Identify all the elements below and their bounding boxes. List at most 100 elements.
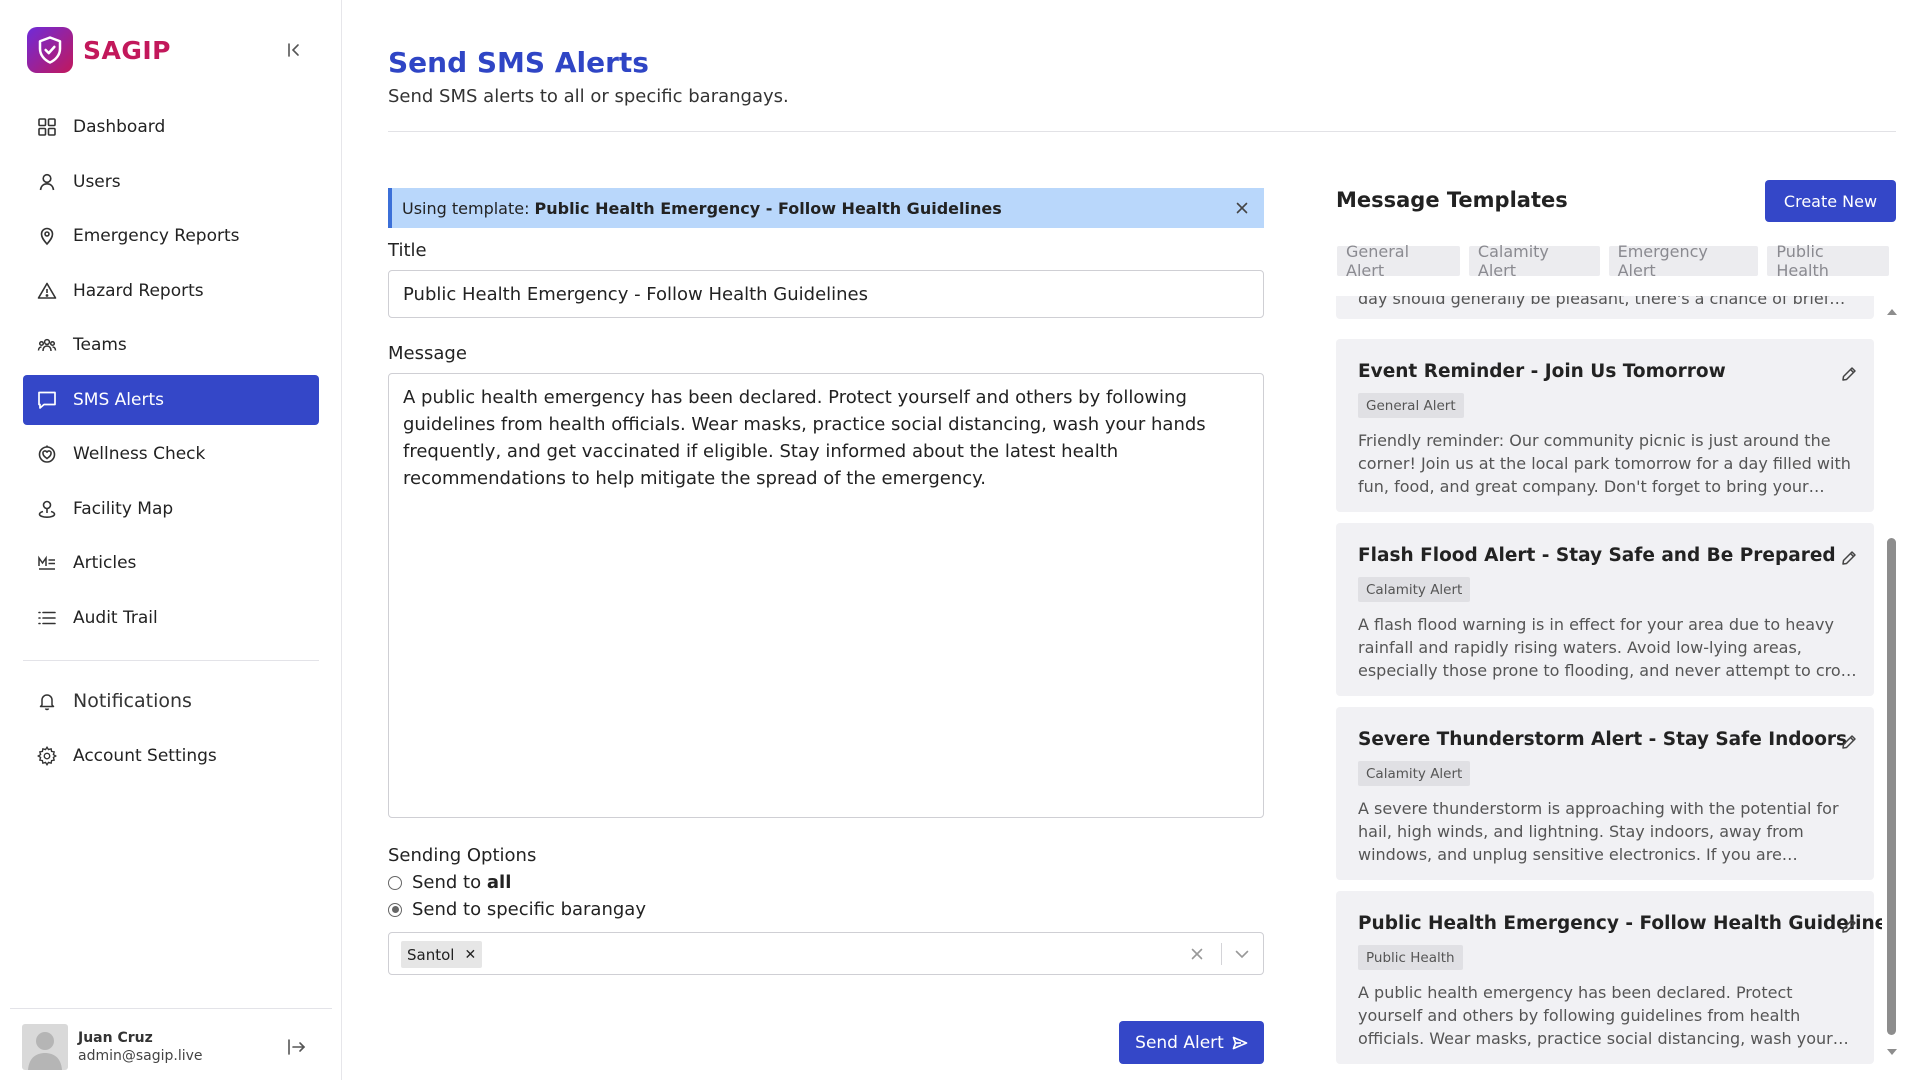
chevron-down-icon[interactable] xyxy=(1231,944,1253,964)
edit-icon[interactable] xyxy=(1838,915,1860,937)
sending-options-label: Sending Options xyxy=(388,845,537,866)
radio-button[interactable] xyxy=(388,875,402,890)
sidebar-item-audit-trail[interactable]: Audit Trail xyxy=(23,593,319,643)
message-textarea[interactable]: A public health emergency has been decla… xyxy=(388,373,1264,818)
template-scrollbar[interactable] xyxy=(1885,306,1899,1058)
page-title: Send SMS Alerts xyxy=(388,46,649,79)
template-card[interactable]: Public Health Emergency - Follow Health … xyxy=(1336,891,1882,1064)
sidebar-item-label: Notifications xyxy=(73,690,192,712)
title-label: Title xyxy=(388,240,427,261)
template-body: day should generally be pleasant, there'… xyxy=(1358,296,1830,308)
sidebar-item-label: Audit Trail xyxy=(73,607,158,628)
map-pin-icon xyxy=(35,497,59,521)
template-card[interactable]: Event Reminder - Join Us Tomorrow Genera… xyxy=(1336,339,1874,512)
template-banner: Using template: Public Health Emergency … xyxy=(388,188,1264,228)
header-divider xyxy=(388,131,1896,132)
message-icon xyxy=(35,388,59,412)
user-divider xyxy=(10,1008,332,1009)
radio-button-selected[interactable] xyxy=(388,902,402,917)
collapse-sidebar-icon[interactable] xyxy=(282,38,306,62)
heart-pulse-icon xyxy=(35,442,59,466)
template-card[interactable]: Severe Thunderstorm Alert - Stay Safe In… xyxy=(1336,707,1874,880)
articles-icon xyxy=(35,551,59,575)
title-input[interactable] xyxy=(388,270,1264,318)
template-tag: General Alert xyxy=(1358,393,1464,418)
logout-icon[interactable] xyxy=(285,1035,309,1059)
template-filters: General Alert Calamity Alert Emergency A… xyxy=(1337,242,1898,280)
brand-name: SAGIP xyxy=(83,35,171,65)
template-card[interactable]: Flash Flood Alert - Stay Safe and Be Pre… xyxy=(1336,523,1874,696)
template-body: Friendly reminder: Our community picnic … xyxy=(1358,431,1851,496)
edit-icon[interactable] xyxy=(1838,547,1860,569)
sidebar-divider xyxy=(23,660,319,661)
remove-chip-icon[interactable]: ✕ xyxy=(464,947,476,963)
template-tag: Calamity Alert xyxy=(1358,761,1471,786)
templates-title: Message Templates xyxy=(1336,188,1568,212)
filter-public-health[interactable]: Public Health xyxy=(1767,242,1889,280)
sidebar-secondary-nav: Notifications Account Settings xyxy=(23,676,319,786)
sidebar-item-wellness-check[interactable]: Wellness Check xyxy=(23,429,319,479)
scroll-up-icon[interactable] xyxy=(1885,306,1899,318)
radio-send-specific[interactable]: Send to specific barangay xyxy=(388,899,646,920)
filter-general-alert[interactable]: General Alert xyxy=(1337,242,1460,280)
page-subtitle: Send SMS alerts to all or specific baran… xyxy=(388,86,789,107)
shield-logo-icon xyxy=(27,27,73,73)
sidebar-item-account-settings[interactable]: Account Settings xyxy=(23,731,319,781)
sidebar-nav: Dashboard Users Emergency Reports Hazard… xyxy=(23,102,319,647)
filter-calamity-alert[interactable]: Calamity Alert xyxy=(1468,242,1600,280)
sidebar-item-label: Teams xyxy=(73,335,127,355)
template-body: A flash flood warning is in effect for y… xyxy=(1358,615,1858,680)
user-email: admin@sagip.live xyxy=(78,1048,203,1064)
template-title: Public Health Emergency - Follow Health … xyxy=(1358,913,1882,934)
sidebar-item-dashboard[interactable]: Dashboard xyxy=(23,102,319,152)
location-pin-icon xyxy=(35,224,59,248)
clear-selection-icon[interactable] xyxy=(1187,944,1207,964)
filter-emergency-alert[interactable]: Emergency Alert xyxy=(1608,242,1759,280)
template-body: A public health emergency has been decla… xyxy=(1358,983,1833,1048)
list-icon xyxy=(35,606,59,630)
sidebar-item-label: SMS Alerts xyxy=(73,389,164,410)
template-tag: Public Health xyxy=(1358,945,1463,970)
sidebar-item-users[interactable]: Users xyxy=(23,157,319,207)
template-body: A severe thunderstorm is approaching wit… xyxy=(1358,799,1839,864)
sidebar-item-articles[interactable]: Articles xyxy=(23,538,319,588)
template-list: day should generally be pleasant, there'… xyxy=(1336,296,1882,1064)
gear-icon xyxy=(35,744,59,768)
sidebar-item-label: Articles xyxy=(73,553,137,573)
edit-icon[interactable] xyxy=(1838,731,1860,753)
sidebar-item-label: Emergency Reports xyxy=(73,226,240,246)
main-content: Send SMS Alerts Send SMS alerts to all o… xyxy=(388,0,1898,1080)
sidebar-item-notifications[interactable]: Notifications xyxy=(23,676,319,726)
banner-prefix: Using template: xyxy=(402,198,530,218)
user-icon xyxy=(35,170,59,194)
template-card[interactable]: day should generally be pleasant, there'… xyxy=(1336,296,1874,319)
chip-label: Santol xyxy=(407,945,455,964)
barangay-chip: Santol ✕ xyxy=(401,941,483,968)
sidebar-item-teams[interactable]: Teams xyxy=(23,320,319,370)
sidebar-item-label: Wellness Check xyxy=(73,444,206,464)
create-new-button[interactable]: Create New xyxy=(1765,180,1896,222)
user-name: Juan Cruz xyxy=(78,1030,153,1046)
send-alert-button[interactable]: Send Alert xyxy=(1119,1021,1264,1064)
brand[interactable]: SAGIP xyxy=(27,27,171,73)
scroll-down-icon[interactable] xyxy=(1885,1046,1899,1058)
sidebar-item-facility-map[interactable]: Facility Map xyxy=(23,484,319,534)
sidebar-item-label: Dashboard xyxy=(73,117,166,137)
sidebar-item-sms-alerts[interactable]: SMS Alerts xyxy=(23,374,319,425)
sidebar-item-hazard-reports[interactable]: Hazard Reports xyxy=(23,266,319,316)
sidebar: SAGIP Dashboard Users Emergency Reports … xyxy=(0,0,342,1080)
barangay-select[interactable]: Santol ✕ xyxy=(388,932,1264,975)
user-profile[interactable]: Juan Cruz admin@sagip.live xyxy=(22,1024,203,1070)
scrollbar-thumb[interactable] xyxy=(1887,538,1896,1035)
sidebar-item-emergency-reports[interactable]: Emergency Reports xyxy=(23,211,319,261)
edit-icon[interactable] xyxy=(1838,363,1860,385)
app: SAGIP Dashboard Users Emergency Reports … xyxy=(0,0,1920,1080)
radio-send-all[interactable]: Send to all xyxy=(388,872,511,893)
sidebar-item-label: Hazard Reports xyxy=(73,280,204,301)
send-icon xyxy=(1232,1036,1248,1050)
template-title: Severe Thunderstorm Alert - Stay Safe In… xyxy=(1358,729,1848,750)
dashboard-icon xyxy=(35,115,59,139)
banner-template-name: Public Health Emergency - Follow Health … xyxy=(534,198,1002,218)
close-icon[interactable] xyxy=(1232,198,1252,218)
send-alert-label: Send Alert xyxy=(1135,1032,1224,1053)
